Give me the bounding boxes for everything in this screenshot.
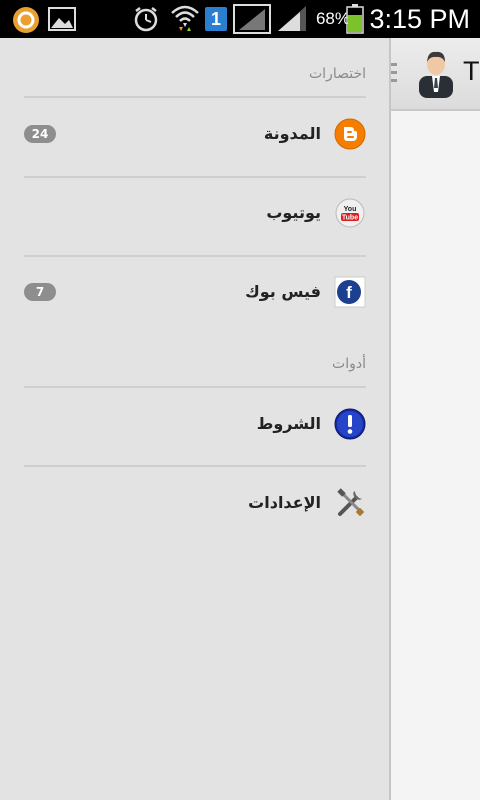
alarm-icon (134, 7, 158, 32)
action-bar: T (391, 38, 480, 111)
divider (24, 465, 366, 467)
signal-2-icon (278, 6, 306, 31)
drawer-item-label: يوتيوب (266, 203, 321, 222)
youtube-icon: You Tube (335, 198, 365, 228)
sim-slot-icon: 1 (205, 7, 227, 31)
status-bar: 1 68% 3:15 PM (0, 0, 480, 38)
svg-text:Tube: Tube (342, 215, 358, 222)
section-header-shortcuts: اختصارات (308, 66, 366, 82)
svg-text:You: You (344, 206, 357, 213)
drawer-item-label: الإعدادات (248, 493, 321, 512)
drawer-item-facebook[interactable]: f فيس بوك 7 (0, 257, 389, 335)
wifi-icon (171, 5, 199, 31)
drawer-item-label: الشروط (256, 414, 321, 433)
drawer-toggle-icon[interactable] (391, 63, 397, 85)
counter-badge: 7 (24, 283, 56, 301)
gallery-icon (48, 7, 76, 31)
app-title: T (463, 56, 480, 86)
user-avatar-icon[interactable] (416, 48, 456, 98)
drawer-item-settings[interactable]: الإعدادات (0, 468, 389, 546)
clock: 3:15 PM (369, 4, 470, 34)
drawer-item-youtube[interactable]: You Tube يوتيوب (0, 178, 389, 256)
app-notification-icon (13, 7, 39, 33)
battery-charging-icon (346, 4, 364, 34)
section-header-tools: أدوات (332, 356, 366, 372)
blogger-icon (334, 118, 366, 150)
drawer-item-label: فيس بوك (245, 282, 321, 301)
divider (24, 386, 366, 388)
counter-badge: 24 (24, 125, 56, 143)
facebook-icon: f (334, 276, 366, 308)
navigation-drawer: اختصارات المدونة 24 You Tube يوتيوب f في… (0, 38, 389, 800)
svg-text:f: f (346, 283, 352, 302)
drawer-item-label: المدونة (263, 124, 321, 143)
tools-icon (337, 488, 365, 517)
main-content: T (389, 38, 480, 800)
info-exclamation-icon (334, 408, 366, 440)
drawer-item-blog[interactable]: المدونة 24 (0, 99, 389, 177)
battery-percent: 68% (315, 9, 350, 28)
drawer-item-terms[interactable]: الشروط (0, 389, 389, 467)
signal-1-icon (233, 4, 271, 34)
divider (24, 96, 366, 98)
